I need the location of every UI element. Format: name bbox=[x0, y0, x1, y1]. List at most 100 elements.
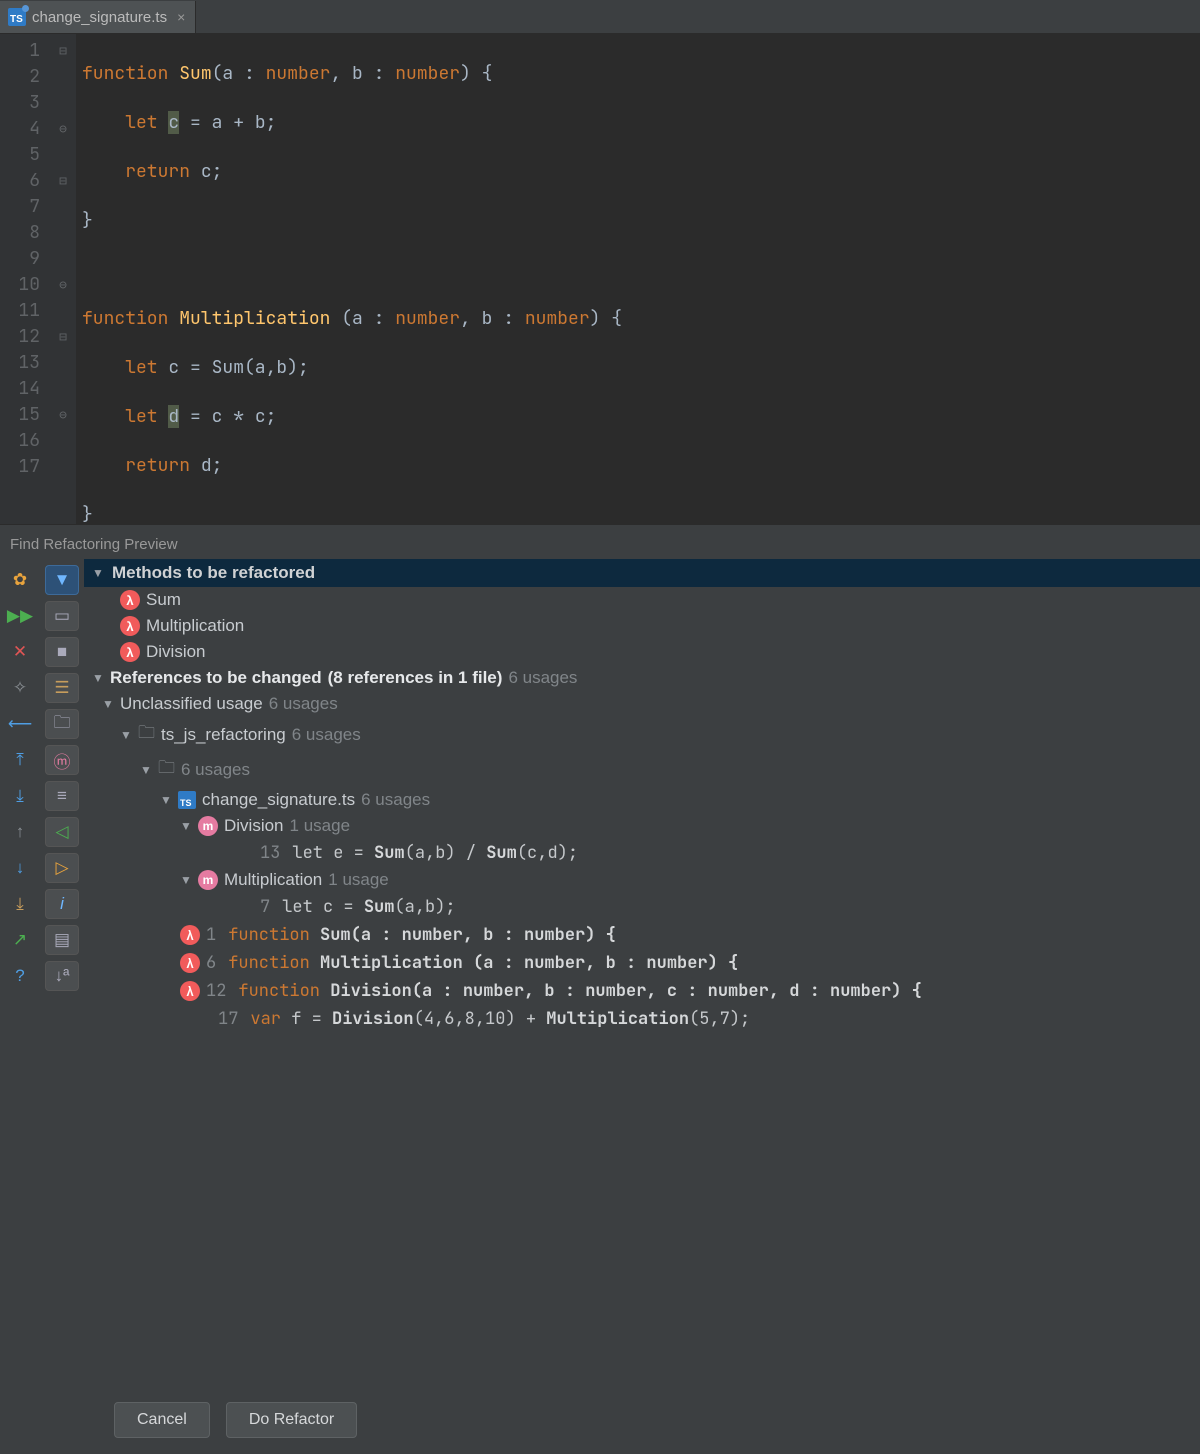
chevron-down-icon[interactable] bbox=[180, 873, 192, 887]
method-group-name: Division bbox=[224, 816, 284, 836]
line-number: 17 bbox=[218, 1008, 238, 1030]
code-editor[interactable]: 123456789 1011121314151617 ⊟⊖ ⊟⊖ ⊟⊖ func… bbox=[0, 34, 1200, 524]
back-icon[interactable]: ⟵ bbox=[5, 709, 35, 739]
lambda-icon: λ bbox=[120, 590, 140, 610]
code-snippet: function Division(a : number, b : number… bbox=[238, 980, 921, 1002]
help-icon[interactable]: ? bbox=[5, 961, 35, 991]
method-icon: m bbox=[198, 816, 218, 836]
usage-count: 6 usages bbox=[508, 668, 577, 688]
project-icon: 🗀 bbox=[138, 720, 155, 749]
lambda-icon: λ bbox=[180, 925, 200, 945]
method-name: Multiplication bbox=[146, 616, 244, 636]
refactoring-footer: Cancel Do Refactor bbox=[0, 1390, 1200, 1454]
collapse-icon[interactable]: ⤒ bbox=[5, 745, 35, 775]
preview-icon[interactable]: ▭ bbox=[45, 601, 79, 631]
section-references-detail: (8 references in 1 file) bbox=[328, 668, 503, 688]
line-number: 6 bbox=[206, 952, 216, 974]
method-group-multiplication[interactable]: m Multiplication 1 usage bbox=[84, 867, 1200, 893]
usage-count: 6 usages bbox=[292, 725, 361, 745]
ts-file-icon: TS bbox=[178, 791, 196, 809]
filter-icon[interactable]: ▼ bbox=[45, 565, 79, 595]
usage-line-13[interactable]: 13 let e = Sum(a,b) / Sum(c,d); bbox=[84, 839, 1200, 867]
editor-tab-change-signature[interactable]: TS change_signature.ts × bbox=[0, 1, 196, 33]
line-number: 1 bbox=[206, 924, 216, 946]
editor-tab-bar: TS change_signature.ts × bbox=[0, 0, 1200, 34]
pin-icon[interactable]: ✧ bbox=[5, 673, 35, 703]
diff-left-icon[interactable]: ◁ bbox=[45, 817, 79, 847]
project-name: ts_js_refactoring bbox=[161, 725, 286, 745]
info-icon[interactable]: i bbox=[45, 889, 79, 919]
chevron-down-icon[interactable] bbox=[120, 728, 132, 742]
line-number: 12 bbox=[206, 980, 226, 1002]
method-icon: m bbox=[198, 870, 218, 890]
export-icon[interactable]: ⤓ bbox=[5, 889, 35, 919]
section-methods-header[interactable]: Methods to be refactored bbox=[84, 559, 1200, 587]
dir-node[interactable]: 🗀 6 usages bbox=[84, 752, 1200, 787]
up-icon[interactable]: ↑ bbox=[5, 817, 35, 847]
do-refactor-button[interactable]: Do Refactor bbox=[226, 1402, 357, 1438]
usage-count: 6 usages bbox=[269, 694, 338, 714]
module-icon[interactable]: ⓜ bbox=[45, 745, 79, 775]
line-number-gutter: 123456789 1011121314151617 bbox=[0, 34, 50, 524]
layout-icon[interactable]: ▤ bbox=[45, 925, 79, 955]
usage-line-7[interactable]: 7 let c = Sum(a,b); bbox=[84, 893, 1200, 921]
lambda-icon: λ bbox=[120, 642, 140, 662]
tool-view-toolbar: ▼ ▭ ■ ☰ 🗀 ⓜ ≡ ◁ ▷ i ▤ ↓ª bbox=[40, 559, 84, 1390]
section-methods-title: Methods to be refactored bbox=[112, 563, 315, 583]
ref-line-12[interactable]: λ 12 function Division(a : number, b : n… bbox=[84, 977, 1200, 1005]
rerun-icon[interactable]: ▶▶ bbox=[5, 601, 35, 631]
fold-gutter[interactable]: ⊟⊖ ⊟⊖ ⊟⊖ bbox=[50, 34, 76, 524]
method-group-division[interactable]: m Division 1 usage bbox=[84, 813, 1200, 839]
unclassified-label: Unclassified usage bbox=[120, 694, 263, 714]
code-snippet: function Sum(a : number, b : number) { bbox=[228, 924, 616, 946]
file-name: change_signature.ts bbox=[202, 790, 355, 810]
chevron-down-icon[interactable] bbox=[92, 671, 104, 685]
chevron-down-icon[interactable] bbox=[180, 819, 192, 833]
close-red-icon[interactable]: ✕ bbox=[5, 637, 35, 667]
ref-line-17[interactable]: 17 var f = Division(4,6,8,10) + Multipli… bbox=[84, 1005, 1200, 1033]
sort-icon[interactable]: ↓ª bbox=[45, 961, 79, 991]
select-icon[interactable]: ■ bbox=[45, 637, 79, 667]
project-node[interactable]: 🗀 ts_js_refactoring 6 usages bbox=[84, 717, 1200, 752]
chevron-down-icon[interactable] bbox=[140, 763, 152, 777]
close-icon[interactable]: × bbox=[177, 9, 185, 25]
ts-file-icon: TS bbox=[8, 8, 26, 26]
ref-line-6[interactable]: λ 6 function Multiplication (a : number,… bbox=[84, 949, 1200, 977]
code-snippet: var f = Division(4,6,8,10) + Multiplicat… bbox=[250, 1008, 750, 1030]
section-references-title: References to be changed bbox=[110, 668, 322, 688]
method-name: Sum bbox=[146, 590, 181, 610]
group-icon[interactable]: ☰ bbox=[45, 673, 79, 703]
method-name: Division bbox=[146, 642, 206, 662]
lambda-icon: λ bbox=[120, 616, 140, 636]
usage-count: 6 usages bbox=[361, 790, 430, 810]
diff-right-icon[interactable]: ▷ bbox=[45, 853, 79, 883]
usage-count: 1 usage bbox=[290, 816, 351, 836]
usage-count: 6 usages bbox=[181, 760, 250, 780]
section-references-header[interactable]: References to be changed (8 references i… bbox=[84, 665, 1200, 691]
lambda-icon: λ bbox=[180, 981, 200, 1001]
unclassified-node[interactable]: Unclassified usage 6 usages bbox=[84, 691, 1200, 717]
cancel-button[interactable]: Cancel bbox=[114, 1402, 210, 1438]
method-item-sum[interactable]: λ Sum bbox=[84, 587, 1200, 613]
method-group-name: Multiplication bbox=[224, 870, 322, 890]
chevron-down-icon[interactable] bbox=[102, 697, 114, 711]
expand-icon[interactable]: ⤓ bbox=[5, 781, 35, 811]
flatten-icon[interactable]: ≡ bbox=[45, 781, 79, 811]
method-item-division[interactable]: λ Division bbox=[84, 639, 1200, 665]
chevron-down-icon[interactable] bbox=[160, 793, 172, 807]
folder-icon[interactable]: 🗀 bbox=[45, 709, 79, 739]
method-item-multiplication[interactable]: λ Multiplication bbox=[84, 613, 1200, 639]
chevron-down-icon[interactable] bbox=[92, 566, 104, 580]
refactoring-preview-panel: ✿ ▶▶ ✕ ✧ ⟵ ⤒ ⤓ ↑ ↓ ⤓ ↗ ? ▼ ▭ ■ ☰ 🗀 ⓜ ≡ ◁… bbox=[0, 559, 1200, 1390]
tool-window-title: Find Refactoring Preview bbox=[0, 530, 1200, 559]
usage-count: 1 usage bbox=[328, 870, 389, 890]
ref-line-1[interactable]: λ 1 function Sum(a : number, b : number)… bbox=[84, 921, 1200, 949]
file-node[interactable]: TS change_signature.ts 6 usages bbox=[84, 787, 1200, 813]
down-icon[interactable]: ↓ bbox=[5, 853, 35, 883]
open-icon[interactable]: ↗ bbox=[5, 925, 35, 955]
code-area[interactable]: function Sum(a : number, b : number) { l… bbox=[76, 34, 1200, 524]
settings-icon[interactable]: ✿ bbox=[5, 565, 35, 595]
line-number: 13 bbox=[260, 842, 280, 864]
code-snippet: let c = Sum(a,b); bbox=[282, 896, 455, 918]
refactoring-tree[interactable]: Methods to be refactored λ Sum λ Multipl… bbox=[84, 559, 1200, 1390]
